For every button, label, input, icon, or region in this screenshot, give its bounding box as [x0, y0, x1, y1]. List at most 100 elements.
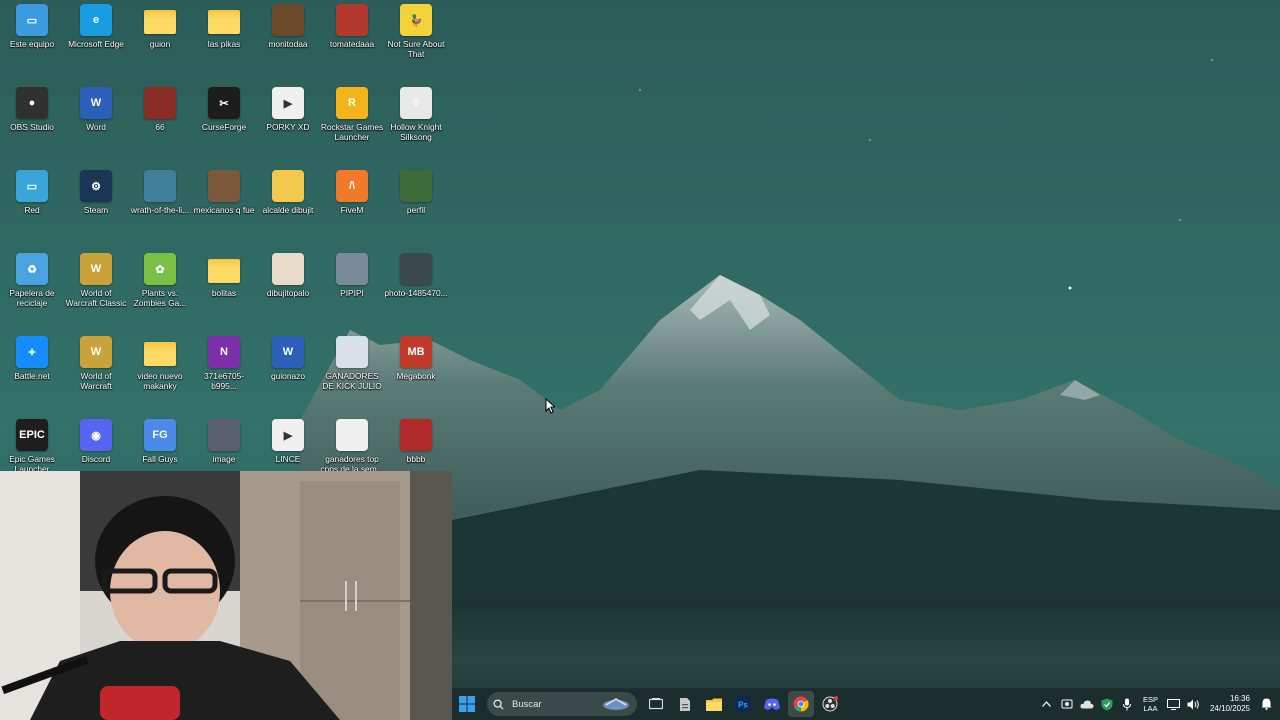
battlenet-icon: ✦ — [16, 336, 48, 368]
desktop-icon-label: World of Warcraft Classic — [65, 288, 127, 308]
desktop-icon[interactable]: ▭ Este equipo — [0, 0, 64, 83]
desktop-icon-label: wrath-of-the-li... — [130, 205, 190, 215]
input-language-indicator[interactable]: ESP LAA — [1143, 695, 1158, 713]
tray-onedrive-button[interactable] — [1077, 694, 1097, 714]
desktop-icon[interactable]: R Rockstar Games Launcher — [320, 83, 384, 166]
desktop-icon-label: CurseForge — [201, 122, 247, 132]
desktop-icon[interactable]: dibujitopalo — [256, 249, 320, 332]
tray-network-button[interactable] — [1164, 694, 1184, 714]
tray-microphone-button[interactable] — [1117, 694, 1137, 714]
desktop-icon[interactable]: ▶ PORKY XD — [256, 83, 320, 166]
desktop-icon-label: guion — [149, 39, 171, 49]
task-view-button[interactable] — [643, 691, 669, 717]
system-tray: ESP LAA 16:36 24/10/2025 — [1037, 688, 1280, 720]
start-button[interactable] — [454, 691, 480, 717]
desktop-icon[interactable]: wrath-of-the-li... — [128, 166, 192, 249]
desktop-icon[interactable]: Wguionazo — [256, 332, 320, 415]
wow-icon: W — [80, 336, 112, 368]
desktop-icon[interactable]: las pikas — [192, 0, 256, 83]
desktop-icon-label: Not Sure About That — [387, 39, 445, 59]
taskbar-app-discord[interactable] — [759, 691, 785, 717]
onenote-icon: N — [208, 336, 240, 368]
desktop-icon[interactable]: 🦆 Not Sure About That — [384, 0, 448, 83]
desktop-icon[interactable]: monitodaa — [256, 0, 320, 83]
image-thumbnail-icon — [272, 170, 304, 202]
search-icon — [493, 698, 504, 710]
language-code: ESP — [1142, 695, 1158, 704]
file-icon — [679, 697, 690, 711]
desktop-icon[interactable]: perfil — [384, 166, 448, 249]
desktop-icon[interactable]: bolitas — [192, 249, 256, 332]
desktop-icon[interactable]: photo-1485470... — [384, 249, 448, 332]
desktop-icon[interactable]: GANADORES DE KICK JULIO — [320, 332, 384, 415]
bell-icon — [1261, 698, 1271, 710]
desktop-icon-label: perfil — [406, 205, 426, 215]
taskbar-app-obs[interactable] — [817, 691, 843, 717]
taskbar-app-photoshop[interactable]: Ps — [730, 691, 756, 717]
desktop-icon[interactable]: alcalde dibujit — [256, 166, 320, 249]
tray-sync-button[interactable] — [1057, 694, 1077, 714]
notifications-button[interactable] — [1256, 694, 1276, 714]
desktop-icon-label: image — [212, 454, 236, 464]
desktop-icon-label: 371e6705-b995... — [203, 371, 245, 391]
cloud-icon — [1080, 700, 1094, 708]
desktop-icon[interactable]: W Word — [64, 83, 128, 166]
taskbar-app-chrome[interactable] — [787, 691, 814, 717]
image-thumbnail-icon — [336, 419, 368, 451]
desktop-icon[interactable]: ♻ Papelera de reciclaje — [0, 249, 64, 332]
desktop-icon[interactable]: W World of Warcraft Classic — [64, 249, 128, 332]
desktop-icon[interactable]: ✂ CurseForge — [192, 83, 256, 166]
windows-logo-icon — [458, 696, 475, 712]
taskbar-app-file[interactable] — [672, 691, 698, 717]
desktop-icon-label: PIPIPI — [340, 288, 364, 298]
sync-icon — [1061, 699, 1073, 709]
desktop-icon-label: Este equipo — [9, 39, 55, 49]
desktop-icon-label: Rockstar Games Launcher — [320, 122, 384, 142]
megabonk-icon: MB — [400, 336, 432, 368]
taskbar: Buscar Ps ESP LAA 16:36 24/10/2025 — [452, 688, 1280, 720]
desktop-icon-label: dibujitopalo — [266, 288, 310, 298]
image-thumbnail-icon — [208, 419, 240, 451]
desktop-icon[interactable]: tomatedaaa — [320, 0, 384, 83]
desktop-icon[interactable]: ⚙ Steam — [64, 166, 128, 249]
desktop-icon-label: Plants vs. Zombies Ga... — [133, 288, 187, 308]
desktop-icon-label: Megabonk — [396, 371, 436, 381]
taskbar-clock[interactable]: 16:36 24/10/2025 — [1210, 694, 1250, 714]
show-hidden-icons-button[interactable] — [1037, 694, 1057, 714]
desktop-icon[interactable]: PIPIPI — [320, 249, 384, 332]
desktop-icon[interactable]: ✦ Battle.net — [0, 332, 64, 415]
desktop-icon[interactable]: ● OBS Studio — [0, 83, 64, 166]
desktop-icon[interactable]: /\ FiveM — [320, 166, 384, 249]
tray-security-button[interactable] — [1097, 694, 1117, 714]
fivem-icon: /\ — [336, 170, 368, 202]
desktop-icon-label: mexicanos q fue — [193, 205, 255, 215]
image-thumbnail-icon — [208, 170, 240, 202]
monitor-icon: ▭ — [16, 4, 48, 36]
pvz-icon: ✿ — [144, 253, 176, 285]
desktop-icon[interactable]: MB Megabonk — [384, 332, 448, 415]
desktop-icon[interactable]: guion — [128, 0, 192, 83]
desktop-icon[interactable]: ✿ Plants vs. Zombies Ga... — [128, 249, 192, 332]
desktop-icon-label: Papelera de reciclaje — [9, 288, 55, 308]
desktop-icon-label: las pikas — [207, 39, 241, 49]
desktop-icon[interactable]: e Microsoft Edge — [64, 0, 128, 83]
desktop-icon[interactable]: ▭ Red — [0, 166, 64, 249]
desktop-icon[interactable]: N 371e6705-b995... — [192, 332, 256, 415]
desktop-icon[interactable]: ◊ Hollow Knight Silksong — [384, 83, 448, 166]
image-thumbnail-icon — [336, 336, 368, 368]
image-thumbnail-icon — [144, 87, 176, 119]
desktop-icon[interactable]: mexicanos q fue — [192, 166, 256, 249]
search-input[interactable]: Buscar — [487, 692, 637, 716]
desktop-icon[interactable]: 66 — [128, 83, 192, 166]
image-thumbnail-icon — [272, 4, 304, 36]
desktop-icon[interactable]: W World of Warcraft — [64, 332, 128, 415]
chevron-up-icon — [1042, 701, 1052, 707]
desktop-icon-label: monitodaa — [268, 39, 308, 49]
folder-icon — [208, 10, 240, 34]
obs-icon: ● — [16, 87, 48, 119]
image-thumbnail-icon — [336, 4, 368, 36]
taskbar-app-explorer[interactable] — [701, 691, 727, 717]
tray-volume-button[interactable] — [1184, 694, 1204, 714]
desktop-icon[interactable]: video nuevo makanky — [128, 332, 192, 415]
word-doc-icon: W — [272, 336, 304, 368]
